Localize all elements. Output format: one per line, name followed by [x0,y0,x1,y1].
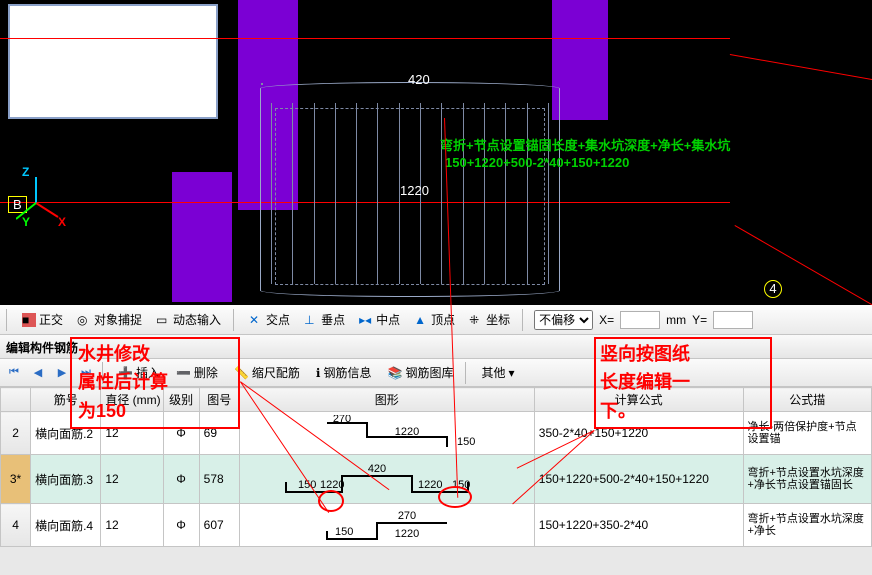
grid-label-4: 4 [764,280,782,298]
row-index[interactable]: 4 [1,504,31,547]
insert-button[interactable]: ➕插入 [112,362,166,383]
svg-text:150: 150 [457,436,475,448]
snap-toolbar: ■正交 ◎对象捕捉 ▭动态输入 ✕交点 ⊥垂点 ▸◂中点 ▲顶点 ⁜坐标 不偏移… [0,305,872,335]
cell-name[interactable]: 横向面筋.2 [31,412,101,455]
cell-name[interactable]: 横向面筋.3 [31,455,101,504]
cell-name[interactable]: 横向面筋.4 [31,504,101,547]
col-dia[interactable]: 直径 (mm) [101,388,163,412]
svg-text:1220: 1220 [395,426,419,438]
cell-desc[interactable]: 净长-两倍保护度+节点设置锚 [743,412,872,455]
cell-formula[interactable]: 150+1220+350-2*40 [534,504,743,547]
dyn-input-button[interactable]: ▭动态输入 [152,309,225,330]
cell-desc[interactable]: 弯折+节点设置水坑深度+净长 [743,504,872,547]
svg-text:1220: 1220 [395,528,419,540]
nav-last-button[interactable]: ⏭ [76,363,96,383]
col-lvl[interactable]: 级别 [163,388,199,412]
top-button[interactable]: ▲顶点 [410,309,459,330]
svg-text:150: 150 [335,526,353,538]
col-formula[interactable]: 计算公式 [534,388,743,412]
grid-line-h2b [735,225,872,305]
offset-select[interactable]: 不偏移 [534,310,593,330]
osnap-button[interactable]: ◎对象捕捉 [73,309,146,330]
svg-text:150: 150 [298,479,316,491]
rebar-info-button[interactable]: ℹ钢筋信息 [310,362,378,383]
nav-next-button[interactable]: ▶ [52,363,72,383]
grid-line-h1b [730,54,872,90]
svg-text:150: 150 [452,479,470,491]
cell-lvl[interactable]: Φ [163,504,199,547]
cell-no[interactable]: 69 [199,412,239,455]
col-name[interactable]: 筋号 [31,388,101,412]
cell-dia[interactable]: 12 [101,412,163,455]
axis-y-label: Y [22,215,30,229]
delete-button[interactable]: ➖删除 [170,362,224,383]
table-row[interactable]: 4 横向面筋.4 12 Φ 607 150 270 1220 150+1220+… [1,504,872,547]
xpoint-button[interactable]: ✕交点 [245,309,294,330]
col-shape[interactable]: 图形 [239,388,534,412]
cell-shape[interactable]: 270 1220 150 [239,412,534,455]
y-input[interactable] [713,311,753,329]
nav-first-button[interactable]: ⏮ [4,363,24,383]
mid-button[interactable]: ▸◂中点 [355,309,404,330]
nav-prev-button[interactable]: ◀ [28,363,48,383]
table-row[interactable]: 2 横向面筋.2 12 Φ 69 270 1220 150 350-2*40+1… [1,412,872,455]
col-desc[interactable]: 公式描 [743,388,872,412]
formula-desc: 弯折+节点设置锚固长度+集水坑深度+净长+集水坑 [440,135,730,154]
cell-no[interactable]: 607 [199,504,239,547]
rebar-lib-button[interactable]: 📚钢筋图库 [381,362,459,383]
svg-text:270: 270 [333,415,351,425]
svg-text:1220: 1220 [320,479,344,491]
cell-desc[interactable]: 弯折+节点设置水坑深度+净长节点设置锚固长 [743,455,872,504]
panel-title: 编辑构件钢筋 [0,335,872,359]
svg-text:420: 420 [368,463,386,475]
cell-no[interactable]: 578 [199,455,239,504]
formula-calc: 150+1220+500-2*40+150+1220 [445,155,629,170]
x-label: X= [599,313,614,327]
column-3 [552,0,608,120]
y-label: Y= [692,313,707,327]
row-index[interactable]: 3* [1,455,31,504]
nav-toolbar: ⏮ ◀ ▶ ⏭ ➕插入 ➖删除 📏缩尺配筋 ℹ钢筋信息 📚钢筋图库 其他▾ [0,359,872,387]
dim-420: 420 [408,72,430,87]
mm-label-x: mm [666,313,686,327]
col-no[interactable]: 图号 [199,388,239,412]
svg-text:1220: 1220 [418,479,442,491]
column-2 [172,172,232,302]
cell-shape[interactable]: 150 1220 420 1220 150 [239,455,534,504]
coord-button[interactable]: ⁜坐标 [465,309,514,330]
cell-formula[interactable]: 350-2*40+150+1220 [534,412,743,455]
floating-panel [8,4,218,119]
other-button[interactable]: 其他▾ [475,362,520,383]
perp-button[interactable]: ⊥垂点 [300,309,349,330]
rebar-grid[interactable]: 筋号 直径 (mm) 级别 图号 图形 计算公式 公式描 2 横向面筋.2 12… [0,387,872,547]
table-row-selected[interactable]: 3* 横向面筋.3 12 Φ 578 150 1220 420 1220 150… [1,455,872,504]
cell-formula[interactable]: 150+1220+500-2*40+150+1220 [534,455,743,504]
row-index[interactable]: 2 [1,412,31,455]
axis-gizmo[interactable]: Z Y X [22,165,29,179]
scale-button[interactable]: 📏缩尺配筋 [228,362,306,383]
axis-x-label: X [58,215,66,229]
dim-1220: 1220 [400,183,429,198]
x-input[interactable] [620,311,660,329]
cell-lvl[interactable]: Φ [163,412,199,455]
cell-dia[interactable]: 12 [101,455,163,504]
cell-dia[interactable]: 12 [101,504,163,547]
cell-lvl[interactable]: Φ [163,455,199,504]
viewport-3d[interactable]: 420 1220 弯折+节点设置锚固长度+集水坑深度+净长+集水坑 150+12… [0,0,872,305]
cell-shape[interactable]: 150 270 1220 [239,504,534,547]
svg-text:270: 270 [398,510,416,522]
grid-line-h1 [0,38,730,39]
ortho-button[interactable]: ■正交 [18,309,67,330]
header-row: 筋号 直径 (mm) 级别 图号 图形 计算公式 公式描 [1,388,872,412]
